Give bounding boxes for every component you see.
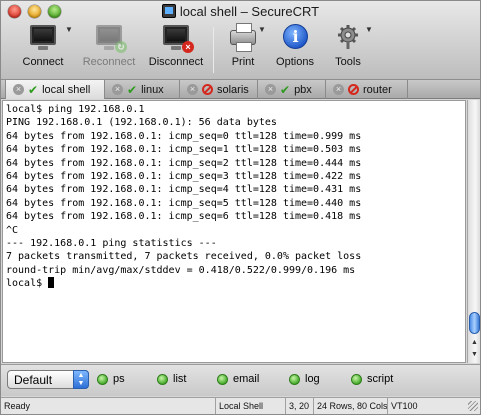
disconnect-button[interactable]: × Disconnect (147, 23, 205, 68)
terminal-cursor (48, 277, 55, 289)
connect-button[interactable]: Connect (19, 23, 67, 68)
print-button[interactable]: Print (225, 23, 261, 68)
securecrt-app-icon (161, 4, 176, 18)
session-tab-bar: × ✔ local shell × ✔ linux × solaris × ✔ … (1, 80, 480, 99)
disconnected-icon (202, 84, 213, 95)
tab-linux[interactable]: × ✔ linux (105, 80, 180, 99)
window-title: local shell – SecureCRT (1, 4, 480, 19)
chevron-down-icon: ▼ (365, 25, 373, 34)
button-bar-select[interactable]: Default ▲ ▼ (7, 370, 89, 389)
reconnect-button[interactable]: ↻ Reconnect (81, 23, 137, 68)
status-emulation: VT100 (387, 398, 427, 414)
tools-label: Tools (335, 56, 361, 68)
button-label: script (367, 373, 394, 385)
gear-icon-graphic (338, 25, 358, 49)
disconnected-icon (348, 84, 359, 95)
resize-grip-icon[interactable] (468, 401, 478, 411)
green-dot-icon (97, 373, 108, 385)
window-chrome: local shell – SecureCRT Connect ▼ ↻ Reco… (1, 1, 480, 80)
button-label: email (233, 373, 260, 385)
terminal-line: ^C (6, 224, 19, 236)
tools-button[interactable]: Tools (332, 23, 364, 68)
window-title-text: local shell – SecureCRT (179, 4, 320, 19)
chevron-down-icon: ▼ (65, 25, 73, 34)
terminal-line: 7 packets transmitted, 7 packets receive… (6, 251, 362, 263)
scroll-up-arrow-icon[interactable]: ▲ (470, 338, 479, 347)
terminal-line: local$ ping 192.168.0.1 (6, 104, 145, 115)
toolbar: Connect ▼ ↻ Reconnect × Disconnect Print… (1, 23, 480, 79)
connected-check-icon: ✔ (28, 82, 39, 97)
securecrt-window: local shell – SecureCRT Connect ▼ ↻ Reco… (0, 0, 481, 415)
info-icon: i (279, 23, 311, 53)
button-label: list (173, 373, 187, 385)
button-list[interactable]: list (157, 373, 186, 385)
button-label: log (305, 373, 320, 385)
close-tab-icon[interactable]: × (187, 84, 198, 95)
terminal-line: 64 bytes from 192.168.0.1: icmp_seq=2 tt… (6, 157, 362, 169)
close-tab-icon[interactable]: × (333, 84, 344, 95)
terminal-prompt-line: local$ (6, 277, 462, 290)
gear-icon (332, 23, 364, 53)
terminal-line: 64 bytes from 192.168.0.1: icmp_seq=3 tt… (6, 170, 362, 182)
terminal-line: round-trip min/avg/max/stddev = 0.418/0.… (6, 264, 356, 276)
printer-icon (227, 23, 259, 53)
status-state: Ready (4, 401, 31, 411)
scrollbar-thumb[interactable] (469, 312, 480, 334)
tab-label: pbx (294, 83, 312, 96)
disconnect-label: Disconnect (148, 56, 204, 68)
button-log[interactable]: log (289, 373, 320, 385)
reconnect-icon: ↻ (93, 23, 127, 53)
button-label: ps (113, 373, 125, 385)
button-bar-select-value: Default (14, 373, 53, 387)
tab-label: solaris (217, 83, 249, 96)
terminal-view[interactable]: local$ ping 192.168.0.1 PING 192.168.0.1… (2, 100, 466, 363)
button-email[interactable]: email (217, 373, 259, 385)
button-script[interactable]: script (351, 373, 393, 385)
tab-solaris[interactable]: × solaris (180, 80, 258, 99)
green-dot-icon (217, 373, 228, 385)
tab-label: router (363, 83, 392, 96)
green-dot-icon (157, 373, 168, 385)
status-position: 3, 20 (285, 398, 313, 414)
tab-pbx[interactable]: × ✔ pbx (258, 80, 326, 99)
tab-label: local shell (42, 83, 91, 96)
terminal-scrollbar[interactable]: ▲ ▼ (467, 100, 480, 363)
tab-router[interactable]: × router (326, 80, 408, 99)
green-dot-icon (289, 373, 300, 385)
terminal-line: 64 bytes from 192.168.0.1: icmp_seq=1 tt… (6, 144, 362, 156)
toolbar-separator (213, 27, 214, 73)
connected-check-icon: ✔ (127, 82, 138, 97)
terminal-line: 64 bytes from 192.168.0.1: icmp_seq=5 tt… (6, 197, 362, 209)
terminal-line: 64 bytes from 192.168.0.1: icmp_seq=0 tt… (6, 130, 362, 142)
reconnect-label: Reconnect (82, 56, 136, 68)
terminal-line: --- 192.168.0.1 ping statistics --- (6, 237, 217, 249)
scroll-down-arrow-icon[interactable]: ▼ (470, 350, 479, 359)
monitor-icon (27, 23, 59, 53)
connected-check-icon: ✔ (280, 82, 291, 97)
terminal-line: 64 bytes from 192.168.0.1: icmp_seq=4 tt… (6, 184, 362, 196)
tab-label: linux (141, 83, 164, 96)
tab-local-shell[interactable]: × ✔ local shell (5, 80, 105, 99)
chevron-down-icon: ▼ (258, 25, 266, 34)
disconnect-icon: × (160, 23, 194, 53)
options-button[interactable]: i Options (275, 23, 315, 68)
terminal-line: PING 192.168.0.1 (192.168.0.1): 56 data … (6, 117, 277, 129)
updown-arrows-icon: ▲ ▼ (73, 370, 89, 389)
button-ps[interactable]: ps (97, 373, 125, 385)
terminal-prompt: local$ (6, 278, 49, 290)
status-size: 24 Rows, 80 Cols (313, 398, 387, 414)
print-label: Print (231, 56, 255, 68)
terminal-line: 64 bytes from 192.168.0.1: icmp_seq=6 tt… (6, 211, 362, 223)
status-session: Local Shell (215, 398, 285, 414)
close-tab-icon[interactable]: × (112, 84, 123, 95)
options-label: Options (276, 56, 314, 68)
connect-label: Connect (22, 56, 64, 68)
status-bar: Ready Local Shell 3, 20 24 Rows, 80 Cols… (1, 397, 480, 414)
button-bar: Default ▲ ▼ ps list email log script (1, 364, 480, 396)
close-tab-icon[interactable]: × (265, 84, 276, 95)
close-tab-icon[interactable]: × (13, 84, 24, 95)
green-dot-icon (351, 373, 362, 385)
